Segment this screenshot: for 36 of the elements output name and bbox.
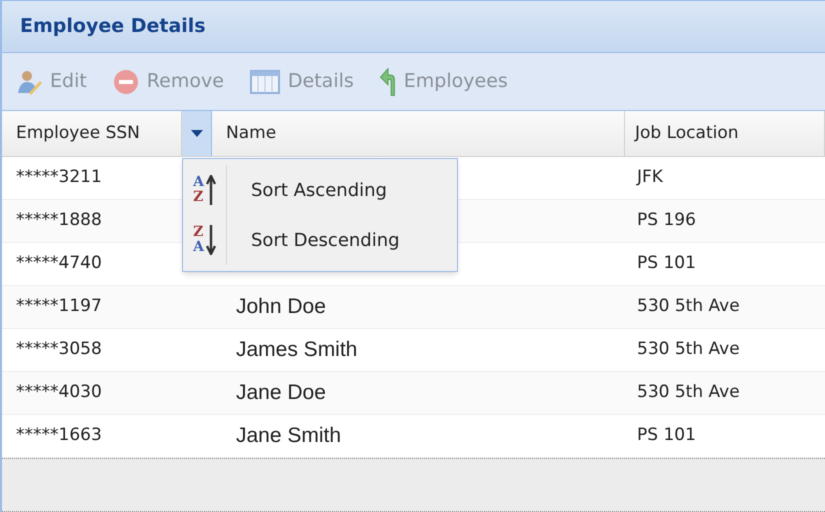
location-cell: PS 196 <box>637 210 696 230</box>
name-cell: Jane Doe <box>236 381 326 404</box>
name-cell: James Smith <box>236 338 358 362</box>
location-cell: 530 5th Ave <box>637 382 740 402</box>
sort-letter: Z <box>193 225 204 240</box>
sort-letter: A <box>193 240 204 255</box>
menu-item[interactable]: Z A Sort Descending <box>183 215 457 265</box>
location-cell: 530 5th Ave <box>637 296 740 316</box>
ssn-cell: *****1197 <box>16 296 102 316</box>
column-header[interactable]: Employee SSN <box>16 120 140 146</box>
person-pencil-icon <box>16 68 42 94</box>
ssn-cell: *****1663 <box>16 425 102 446</box>
sort-letter: A <box>193 175 204 190</box>
up-arrow-icon <box>206 175 216 205</box>
column-header[interactable]: Name <box>226 120 276 146</box>
curved-arrow-icon <box>380 68 396 96</box>
ssn-cell: *****3058 <box>16 339 102 360</box>
panel-title: Employee Details <box>20 14 206 40</box>
ssn-cell: *****1888 <box>16 210 102 230</box>
down-arrow-icon <box>206 225 216 255</box>
ssn-cell: *****3211 <box>16 167 102 188</box>
name-cell: John Doe <box>236 295 326 318</box>
ssn-cell: *****4030 <box>16 382 102 402</box>
sort-letter: Z <box>193 190 204 205</box>
ssn-cell: *****4740 <box>16 253 102 274</box>
table-icon <box>250 68 280 94</box>
location-cell: 530 5th Ave <box>637 339 740 360</box>
name-cell: Jane Smith <box>236 424 342 448</box>
caret-icon <box>190 130 202 137</box>
menu-item[interactable]: A Z Sort Ascending <box>183 165 457 215</box>
minus-circle-icon <box>112 68 139 94</box>
location-cell: PS 101 <box>637 253 696 274</box>
column-header[interactable]: Job Location <box>635 120 739 146</box>
column-menu-trigger[interactable] <box>182 111 212 156</box>
location-cell: JFK <box>637 167 663 188</box>
location-cell: PS 101 <box>637 425 696 446</box>
